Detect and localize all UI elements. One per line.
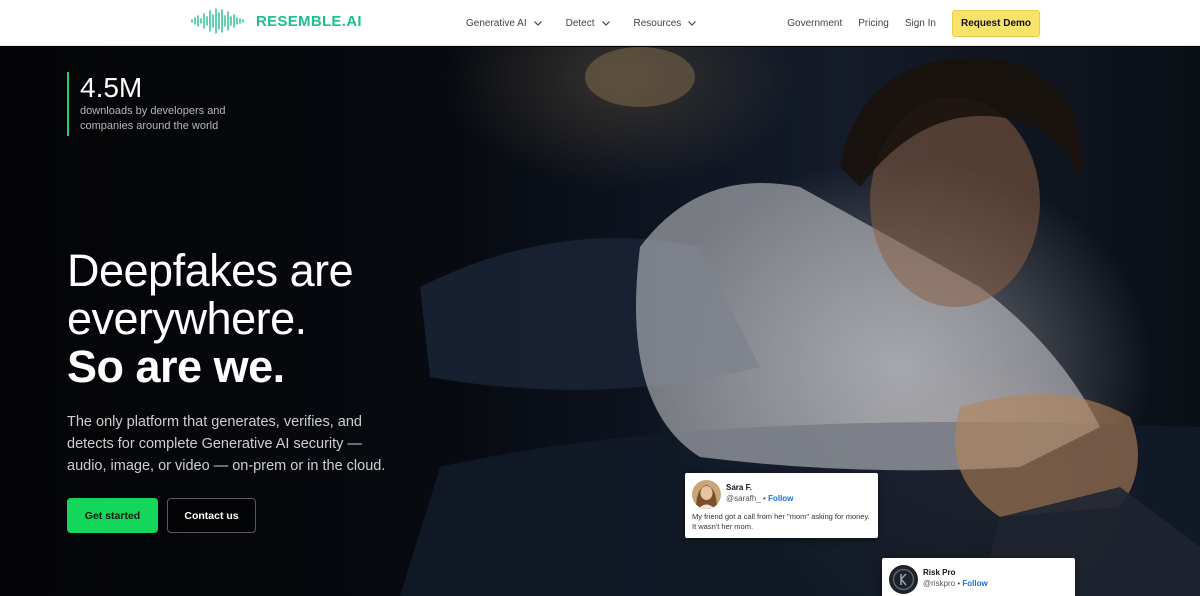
stat-value: 4.5M	[80, 72, 143, 103]
top-navbar: RESEMBLE.AI Generative AI Detect Resourc…	[0, 0, 1200, 46]
avatar	[889, 565, 918, 594]
user-avatar-icon	[889, 565, 918, 594]
testimonial-handle-row: @sarafh_ • Follow	[726, 494, 793, 503]
testimonial-card: Sara F. @sarafh_ • Follow My friend got …	[685, 473, 878, 538]
nav-actions: Government Pricing Sign In Request Demo	[787, 0, 1040, 46]
chevron-down-icon	[533, 21, 542, 26]
testimonial-text: My friend got a call from her "mom" aski…	[692, 512, 870, 531]
testimonial-card: Risk Pro @riskpro • Follow	[882, 558, 1075, 596]
menu-label: Generative AI	[466, 17, 527, 29]
chevron-down-icon	[601, 21, 610, 26]
contact-us-button[interactable]: Contact us	[167, 498, 256, 533]
avatar	[692, 480, 721, 509]
stat-description: downloads by developers and companies ar…	[80, 105, 226, 132]
brand-logo[interactable]: RESEMBLE.AI	[190, 7, 362, 35]
request-demo-button[interactable]: Request Demo	[951, 9, 1040, 37]
waveform-logo-icon	[191, 8, 244, 34]
testimonial-handle: @riskpro	[923, 579, 956, 588]
menu-label: Detect	[565, 17, 595, 29]
get-started-button[interactable]: Get started	[67, 498, 158, 533]
hero-headline: Deepfakes are everywhere. So are we.	[67, 247, 467, 391]
headline-line-2: So are we.	[67, 341, 285, 392]
hero-subtext: The only platform that generates, verifi…	[67, 414, 386, 474]
menu-detect[interactable]: Detect	[566, 17, 612, 29]
brand-name: RESEMBLE.AI	[256, 12, 362, 30]
downloads-stat: 4.5M downloads by developers and compani…	[67, 72, 240, 136]
user-avatar-icon	[692, 480, 721, 509]
testimonial-name: Sara F.	[726, 483, 752, 492]
nav-link-government[interactable]: Government	[787, 18, 842, 29]
menu-resources[interactable]: Resources	[634, 17, 699, 29]
nav-link-pricing[interactable]: Pricing	[858, 18, 889, 29]
chevron-down-icon	[688, 21, 697, 26]
nav-link-sign-in[interactable]: Sign In	[905, 18, 936, 29]
hero-section: 4.5M downloads by developers and compani…	[0, 47, 1200, 596]
menu-label: Resources	[633, 17, 682, 29]
testimonial-handle-row: @riskpro • Follow	[923, 579, 988, 588]
testimonial-name: Risk Pro	[923, 568, 956, 577]
testimonial-handle: @sarafh_	[726, 494, 761, 503]
main-menu: Generative AI Detect Resources	[466, 0, 698, 46]
follow-button[interactable]: Follow	[962, 579, 987, 588]
headline-line-1: Deepfakes are everywhere.	[67, 245, 354, 344]
menu-generative-ai[interactable]: Generative AI	[466, 17, 544, 29]
follow-button[interactable]: Follow	[768, 494, 793, 503]
